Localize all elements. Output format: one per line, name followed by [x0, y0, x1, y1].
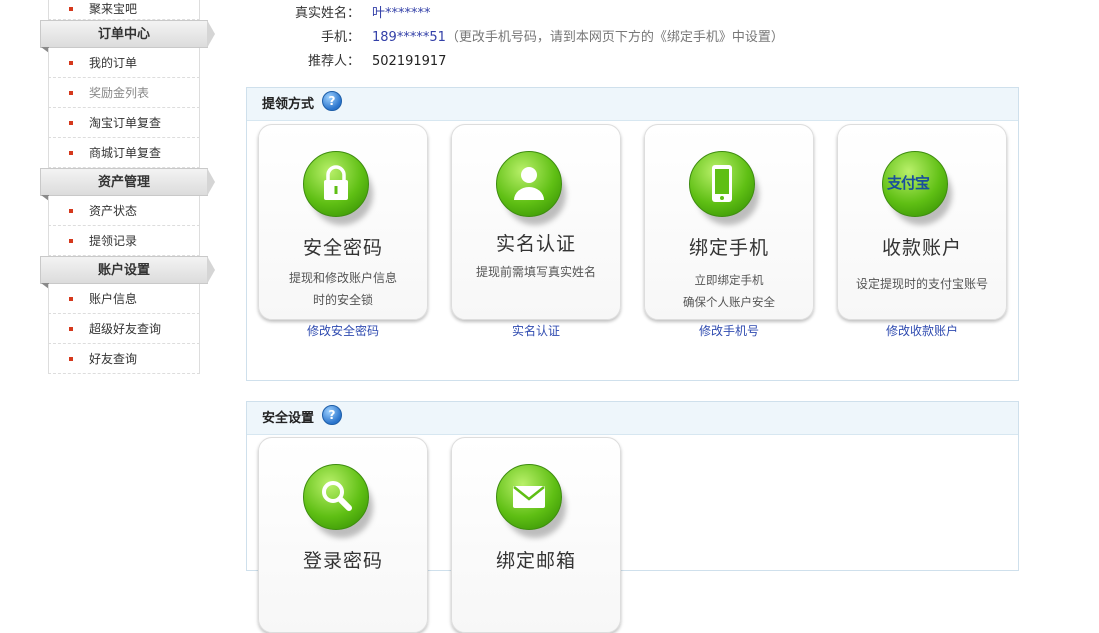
- card-title: 登录密码: [302, 550, 383, 572]
- lock-icon: [303, 151, 369, 217]
- mail-icon: [496, 464, 562, 530]
- card-desc: 立即绑定手机 确保个人账户安全: [653, 269, 805, 313]
- sidebar-item-asset-status[interactable]: 资产状态: [48, 196, 200, 226]
- card-desc-line: 设定提现时的支付宝账号: [855, 277, 988, 291]
- card-login-password[interactable]: 登录密码: [258, 437, 428, 633]
- sidebar-section-order-center[interactable]: 订单中心: [40, 20, 215, 53]
- sidebar-item-label: 好友查询: [89, 352, 138, 366]
- sidebar-item-taobao-order-recheck[interactable]: 淘宝订单复查: [48, 108, 200, 138]
- panel-title: 安全设置: [262, 411, 315, 426]
- help-icon[interactable]: ?: [322, 405, 343, 425]
- search-icon: [303, 464, 369, 530]
- security-settings-panel: 安全设置? 登录密码 绑定邮箱: [246, 401, 1019, 633]
- sidebar-item-reward-list[interactable]: 奖励金列表: [48, 78, 200, 108]
- sidebar-section-account-settings[interactable]: 账户设置: [40, 256, 215, 289]
- sidebar: 聚来宝吧 订单中心 我的订单 奖励金列表 淘宝订单复查 商城订单复查 资产管理 …: [40, 0, 215, 374]
- card-receiving-account[interactable]: 支付宝 收款账户 设定提现时的支付宝账号: [837, 124, 1007, 320]
- panel-header: 安全设置?: [247, 402, 1018, 435]
- name-label: 真实姓名：: [294, 6, 360, 21]
- alipay-logo-text: 支付宝: [887, 174, 930, 192]
- alipay-icon: 支付宝: [882, 151, 948, 217]
- sidebar-item-label: 我的订单: [89, 56, 138, 70]
- card-desc-line: 提现和修改账户信息: [288, 271, 397, 285]
- panel-header: 提领方式?: [247, 88, 1018, 121]
- info-row-referrer: 推荐人： 502191917: [260, 50, 784, 74]
- card-security-password[interactable]: 安全密码 提现和修改账户信息 时的安全锁: [258, 124, 428, 320]
- card-title: 安全密码: [302, 237, 383, 259]
- modify-phone-link[interactable]: 修改手机号: [644, 322, 814, 339]
- sidebar-item-label: 商城订单复查: [89, 146, 162, 160]
- sidebar-item-label: 资产状态: [89, 204, 138, 218]
- info-row-phone: 手机： 189*****51（更改手机号码，请到本网页下方的《绑定手机》中设置）: [260, 26, 784, 50]
- card-desc-line: 立即绑定手机: [694, 273, 764, 287]
- card-title: 绑定邮箱: [495, 550, 576, 572]
- sidebar-item-super-friend-query[interactable]: 超级好友查询: [48, 314, 200, 344]
- sidebar-item-label: 提领记录: [89, 234, 138, 248]
- sidebar-item-label: 奖励金列表: [89, 86, 150, 100]
- card-desc: 提现前需填写真实姓名: [460, 261, 612, 283]
- sidebar-item-label: 超级好友查询: [89, 322, 162, 336]
- phone-note: （更改手机号码，请到本网页下方的《绑定手机》中设置）: [445, 30, 784, 45]
- card-title: 实名认证: [495, 233, 576, 255]
- card-title: 收款账户: [881, 237, 962, 259]
- phone-label: 手机：: [320, 30, 360, 45]
- sidebar-item-julaibao-ba[interactable]: 聚来宝吧: [48, 0, 200, 20]
- phone-value: 189*****51: [372, 30, 446, 45]
- sidebar-item-label: 账户信息: [89, 292, 138, 306]
- card-desc: 提现和修改账户信息 时的安全锁: [267, 267, 419, 311]
- card-desc: 设定提现时的支付宝账号: [846, 273, 998, 295]
- modify-receiving-account-link[interactable]: 修改收款账户: [837, 322, 1007, 339]
- card-real-name-auth[interactable]: 实名认证 提现前需填写真实姓名: [451, 124, 621, 320]
- section-title: 资产管理: [97, 175, 150, 190]
- card-desc-line: 确保个人账户安全: [683, 295, 775, 309]
- sidebar-item-mall-order-recheck[interactable]: 商城订单复查: [48, 138, 200, 168]
- card-desc-line: 时的安全锁: [312, 293, 373, 307]
- modify-security-password-link[interactable]: 修改安全密码: [258, 322, 428, 339]
- help-icon[interactable]: ?: [322, 91, 343, 111]
- card-bind-email[interactable]: 绑定邮箱: [451, 437, 621, 633]
- panel-title: 提领方式: [262, 97, 315, 112]
- sidebar-item-label: 聚来宝吧: [89, 2, 138, 16]
- section-title: 账户设置: [97, 263, 150, 278]
- sidebar-section-asset-management[interactable]: 资产管理: [40, 168, 215, 201]
- real-name-auth-link[interactable]: 实名认证: [451, 322, 621, 339]
- referrer-label: 推荐人：: [307, 54, 360, 69]
- person-icon: [496, 151, 562, 217]
- sidebar-item-withdraw-records[interactable]: 提领记录: [48, 226, 200, 256]
- sidebar-item-label: 淘宝订单复查: [89, 116, 162, 130]
- sidebar-item-account-info[interactable]: 账户信息: [48, 284, 200, 314]
- referrer-value: 502191917: [372, 54, 447, 69]
- withdraw-method-panel: 提领方式? 安全密码 提现和修改账户信息 时的安全锁 修改安全密码 实名认证 提现…: [246, 87, 1019, 381]
- sidebar-item-my-orders[interactable]: 我的订单: [48, 48, 200, 78]
- card-desc-line: 提现前需填写真实姓名: [475, 265, 596, 279]
- card-title: 绑定手机: [688, 237, 769, 259]
- name-value: 叶*******: [372, 6, 431, 21]
- sidebar-item-friend-query[interactable]: 好友查询: [48, 344, 200, 374]
- info-row-name: 真实姓名： 叶*******: [260, 2, 784, 26]
- phone-icon: [689, 151, 755, 217]
- account-info: 真实姓名： 叶******* 手机： 189*****51（更改手机号码，请到本网页…: [260, 2, 784, 74]
- section-title: 订单中心: [97, 27, 150, 42]
- card-bind-phone[interactable]: 绑定手机 立即绑定手机 确保个人账户安全: [644, 124, 814, 320]
